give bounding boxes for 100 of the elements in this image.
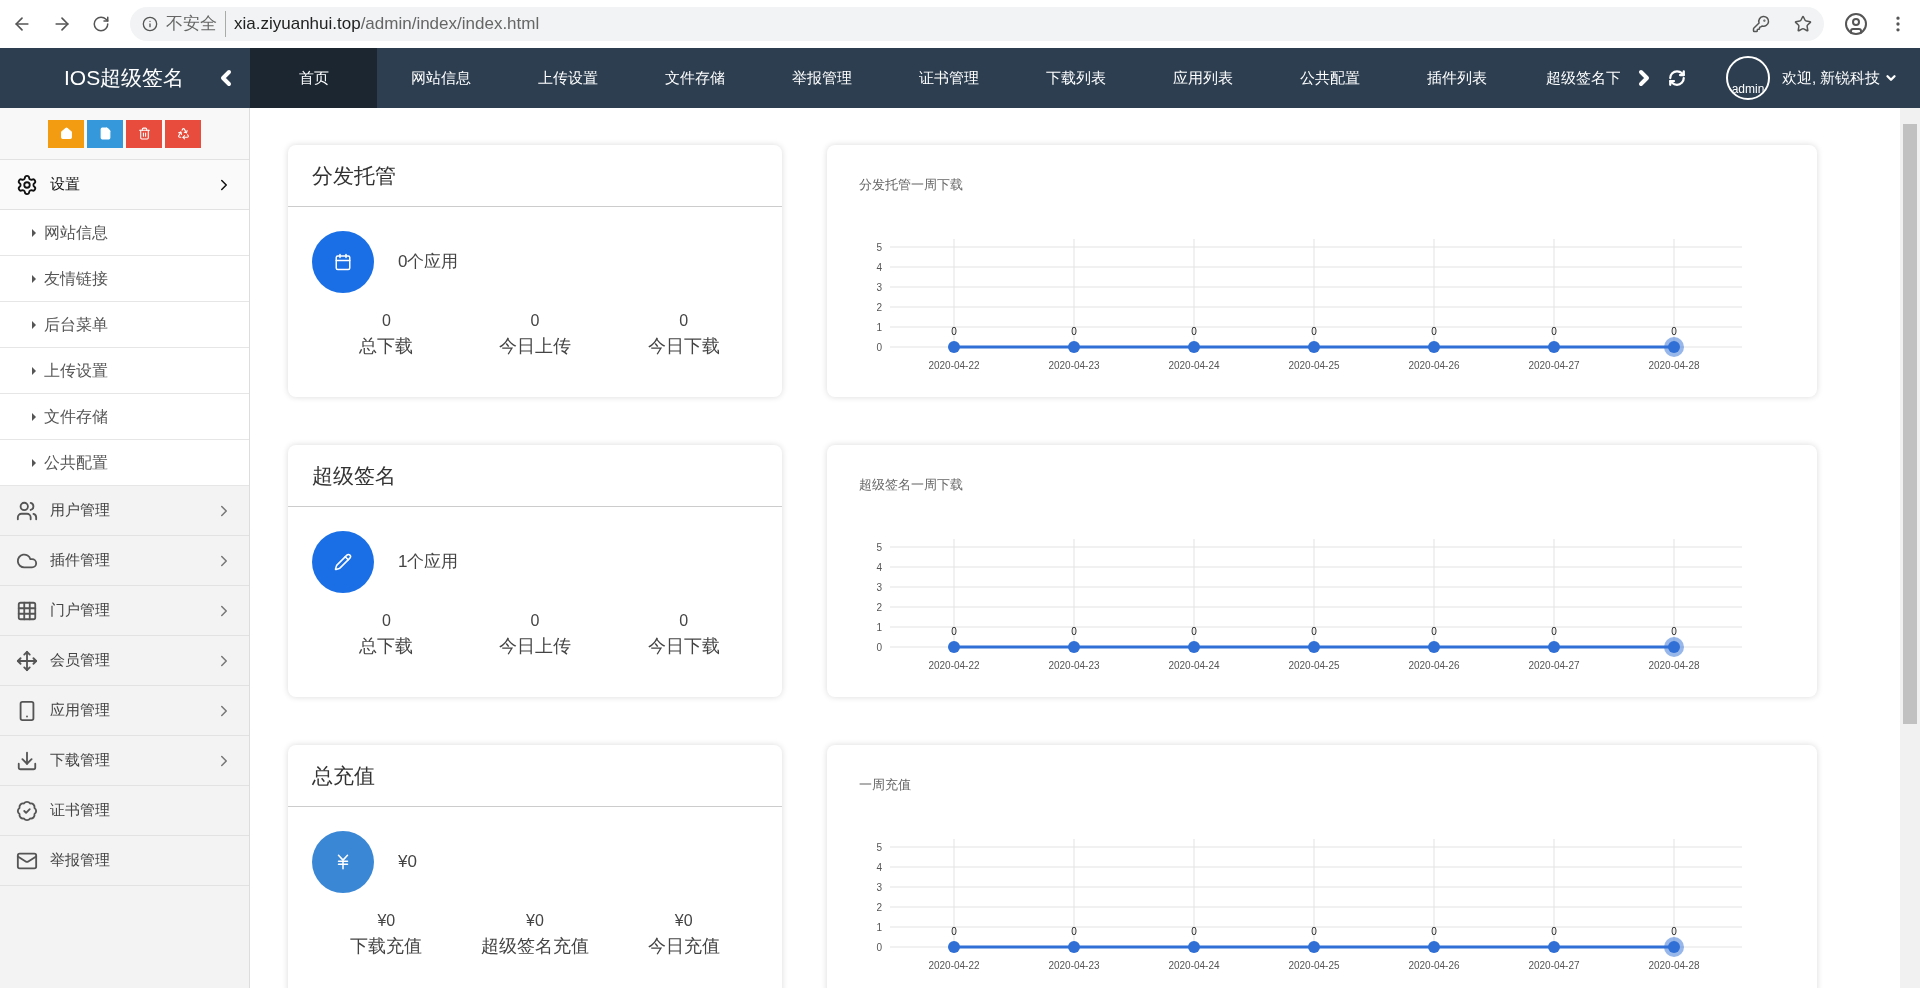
nav-tab[interactable]: 下载列表 (1012, 48, 1139, 108)
submenu-item[interactable]: 公共配置 (0, 440, 249, 486)
recycle-icon (176, 127, 190, 140)
x-tick-label: 2020-04-26 (1408, 359, 1461, 371)
stat-label: 超级签名充值 (481, 935, 589, 958)
nav-tab[interactable]: 证书管理 (885, 48, 1012, 108)
sidebar-item[interactable]: 插件管理 (0, 536, 249, 586)
data-label: 0 (1551, 925, 1558, 937)
line-chart: 0 1 2 3 4 5 2020-04-22 2020-04-23 2020-04-24 2020-04-25 2020-04-26 2020-04-27 2020-04-28 0 0 0 0 0 0 0 (859, 526, 1759, 677)
app-count: 0个应用 (398, 251, 459, 274)
data-label: 0 (1551, 325, 1558, 337)
data-label: 0 (1431, 925, 1438, 937)
card-title: 分发托管 (288, 145, 782, 207)
stat-label: 总下载 (359, 635, 414, 658)
y-tick-label: 1 (876, 921, 883, 933)
profile-icon[interactable] (1844, 12, 1868, 36)
chart-title: 分发托管一周下载 (859, 176, 963, 194)
stat-label: 今日上传 (499, 635, 571, 658)
submenu-item[interactable]: 后台菜单 (0, 302, 249, 348)
security-label: 不安全 (166, 13, 217, 36)
y-tick-label: 4 (876, 261, 883, 273)
x-tick-label: 2020-04-27 (1528, 959, 1581, 971)
nav-tab[interactable]: 网站信息 (377, 48, 504, 108)
x-tick-label: 2020-04-25 (1288, 359, 1341, 371)
address-bar[interactable]: 不安全 xia.ziyuanhui.top/admin/index/index.html (130, 7, 1824, 41)
submenu-item[interactable]: 网站信息 (0, 210, 249, 256)
y-tick-label: 1 (876, 321, 883, 333)
caret-icon (32, 458, 36, 467)
data-label: 0 (1671, 925, 1678, 937)
nav-tab[interactable]: 超级签名下 (1520, 48, 1620, 108)
y-tick-label: 2 (876, 601, 883, 613)
nav-tab[interactable]: 文件存储 (631, 48, 758, 108)
trash-button[interactable] (126, 119, 162, 148)
x-tick-label: 2020-04-23 (1048, 359, 1101, 371)
data-label: 0 (1191, 625, 1198, 637)
key-icon[interactable] (1752, 15, 1770, 33)
data-label: 0 (1551, 625, 1558, 637)
y-tick-label: 3 (876, 281, 883, 293)
sidebar-item[interactable]: 举报管理 (0, 836, 249, 886)
submenu-item[interactable]: 上传设置 (0, 348, 249, 394)
nav-tab[interactable]: 插件列表 (1393, 48, 1520, 108)
data-label: 0 (1431, 325, 1438, 337)
nav-tab[interactable]: 举报管理 (758, 48, 885, 108)
stat-value: 0 (530, 611, 540, 631)
sidebar-item[interactable]: 设置 (0, 160, 249, 210)
stat-value: ¥0 (526, 911, 544, 931)
submenu-item[interactable]: 文件存储 (0, 394, 249, 440)
trash-icon (137, 127, 151, 140)
stat-value: ¥0 (674, 911, 693, 931)
card-title: 超级签名 (288, 445, 782, 507)
gears-icon (16, 173, 38, 196)
x-tick-label: 2020-04-25 (1288, 659, 1341, 671)
recycle-button[interactable] (165, 119, 201, 148)
document-button[interactable] (87, 119, 123, 148)
y-tick-label: 5 (876, 541, 883, 553)
nav-tab[interactable]: 首页 (250, 48, 377, 108)
app-count: ¥0 (398, 851, 417, 874)
stat-value: 0 (679, 611, 689, 631)
grid-icon (16, 599, 38, 622)
sidebar-item[interactable]: 证书管理 (0, 786, 249, 836)
star-icon[interactable] (1794, 15, 1812, 33)
data-label: 0 (1311, 625, 1318, 637)
stat-label: 今日下载 (647, 635, 720, 658)
refresh-icon[interactable] (1668, 69, 1686, 87)
move-icon (16, 649, 38, 672)
avatar[interactable]: admin (1726, 56, 1770, 100)
sidebar-item[interactable]: 门户管理 (0, 586, 249, 636)
sidebar-item[interactable]: 下载管理 (0, 736, 249, 786)
nav-tab[interactable]: 应用列表 (1139, 48, 1266, 108)
x-tick-label: 2020-04-28 (1648, 359, 1701, 371)
x-tick-label: 2020-04-26 (1408, 959, 1461, 971)
nav-tab[interactable]: 公共配置 (1266, 48, 1393, 108)
y-tick-label: 0 (876, 641, 883, 653)
chart-title: 一周充值 (859, 776, 911, 794)
submenu-item[interactable]: 友情链接 (0, 256, 249, 302)
sidebar-item[interactable]: 应用管理 (0, 686, 249, 736)
x-tick-label: 2020-04-22 (928, 659, 981, 671)
document-icon (98, 127, 112, 140)
sidebar-item[interactable]: 会员管理 (0, 636, 249, 686)
data-label: 0 (951, 625, 958, 637)
data-label: 0 (1671, 325, 1678, 337)
data-label: 0 (951, 325, 958, 337)
sidebar-item[interactable]: 用户管理 (0, 486, 249, 536)
reload-button[interactable] (92, 15, 110, 33)
user-menu[interactable]: 欢迎, 新锐科技 (1782, 66, 1899, 90)
y-tick-label: 2 (876, 901, 883, 913)
data-label: 0 (1431, 625, 1438, 637)
stat-value: 0 (530, 311, 540, 331)
y-tick-label: 3 (876, 581, 883, 593)
data-label: 0 (1311, 325, 1318, 337)
stat-value: 0 (381, 611, 391, 631)
x-tick-label: 2020-04-28 (1648, 959, 1701, 971)
y-tick-label: 2 (876, 301, 883, 313)
users-icon (16, 499, 38, 522)
stat-label: 下载充值 (350, 935, 423, 958)
scrollbar[interactable] (1900, 108, 1920, 988)
x-tick-label: 2020-04-24 (1168, 959, 1221, 971)
data-label: 0 (1191, 925, 1198, 937)
nav-tab[interactable]: 上传设置 (504, 48, 631, 108)
x-tick-label: 2020-04-23 (1048, 959, 1101, 971)
